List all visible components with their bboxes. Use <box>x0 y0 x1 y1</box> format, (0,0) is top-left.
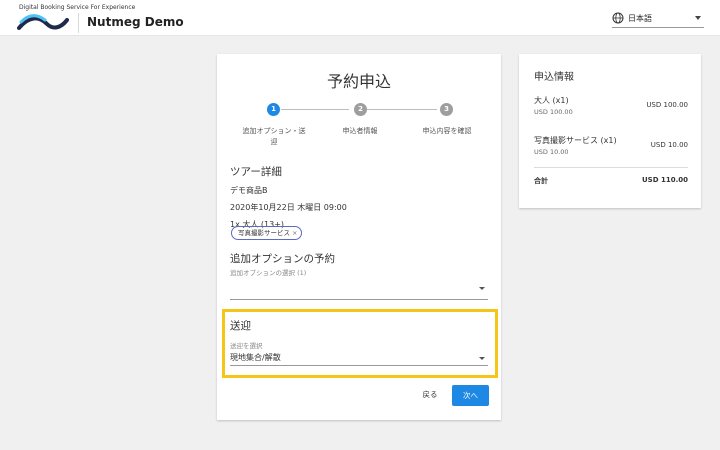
options-underline <box>230 299 488 300</box>
options-chevron-down-icon <box>479 287 485 290</box>
summary-item-2-sub: USD 10.00 <box>534 148 569 156</box>
step-3-indicator[interactable]: 3 <box>440 103 453 116</box>
step-1-label-line1: 追加オプション・送 <box>242 127 306 135</box>
back-button[interactable]: 戻る <box>419 388 441 402</box>
header-divider <box>78 13 79 33</box>
summary-item-2-price: USD 10.00 <box>650 141 688 149</box>
step-connector-1 <box>281 109 349 110</box>
option-chip-label: 写真撮影サービス <box>238 229 290 237</box>
option-chip[interactable]: 写真撮影サービス × <box>231 226 303 240</box>
step-connector-2 <box>367 109 437 110</box>
summary-item-1-name: 大人 (x1) <box>534 96 569 105</box>
summary-divider <box>534 167 688 168</box>
product-name: デモ商品B <box>230 186 268 195</box>
step-2-indicator[interactable]: 2 <box>354 103 367 116</box>
app-title: Nutmeg Demo <box>87 15 184 29</box>
summary-total-price: USD 110.00 <box>642 176 688 184</box>
step-1-indicator[interactable]: 1 <box>267 103 280 116</box>
summary-item-1-price: USD 100.00 <box>646 101 688 109</box>
tour-date: 2020年10月22日 木曜日 09:00 <box>230 203 347 212</box>
summary-card: 申込情報 大人 (x1) USD 100.00 USD 100.00 写真撮影サ… <box>519 54 701 208</box>
tagline: Digital Booking Service For Experience <box>19 4 136 11</box>
options-section-title: 追加オプションの予約 <box>230 253 335 265</box>
chip-remove-icon[interactable]: × <box>292 229 297 237</box>
step-3-label: 申込内容を確認 <box>422 127 472 135</box>
transfer-highlight-box <box>222 309 498 378</box>
page-title: 予約申込 <box>326 72 391 91</box>
language-select[interactable]: 日本語 <box>612 12 704 28</box>
app-header: Digital Booking Service For Experience N… <box>0 0 720 36</box>
globe-icon <box>612 12 624 24</box>
summary-title: 申込情報 <box>534 72 574 83</box>
summary-item-1-sub: USD 100.00 <box>534 108 573 116</box>
brand-logo-icon[interactable] <box>17 12 69 32</box>
next-button[interactable]: 次へ <box>452 385 489 406</box>
summary-item-2-name: 写真撮影サービス (x1) <box>534 136 617 145</box>
step-1-label: 追加オプション・送 迎 <box>231 126 317 148</box>
step-1-label-line2: 迎 <box>270 138 278 146</box>
chevron-down-icon <box>695 16 701 20</box>
step-2-label: 申込者情報 <box>342 127 378 135</box>
tour-section-title: ツアー詳細 <box>230 166 282 178</box>
summary-total-label: 合計 <box>534 177 548 185</box>
options-field-label: 追加オプションの選択 (1) <box>230 269 307 277</box>
language-value: 日本語 <box>628 14 652 23</box>
